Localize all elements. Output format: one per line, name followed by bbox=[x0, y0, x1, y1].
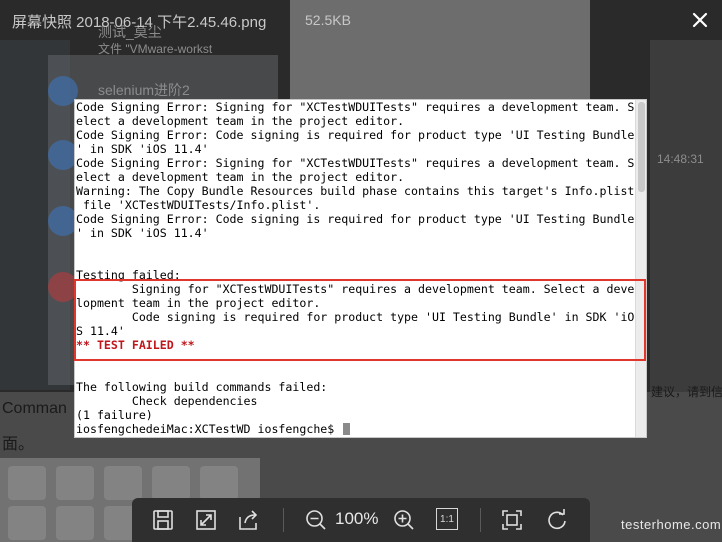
terminal-line: ' in SDK 'iOS 11.4' bbox=[76, 226, 209, 240]
background-chat-subtitle: 文件 "VMware-workst bbox=[98, 42, 213, 56]
background-left-text: 面。 bbox=[2, 436, 35, 453]
fullscreen-icon bbox=[502, 510, 522, 530]
save-button[interactable] bbox=[149, 506, 177, 534]
terminal-line: The following build commands failed: bbox=[76, 380, 328, 394]
terminal-screenshot: Code Signing Error: Signing for "XCTestW… bbox=[74, 99, 647, 438]
terminal-line: Testing failed: bbox=[76, 268, 181, 282]
terminal-prompt: iosfengchedeiMac:XCTestWD iosfengche$ bbox=[76, 422, 342, 436]
terminal-cursor bbox=[343, 423, 351, 435]
save-icon bbox=[153, 510, 173, 530]
background-right-panel bbox=[650, 40, 722, 440]
background-timestamp: 14:48:31 bbox=[657, 152, 704, 166]
share-icon bbox=[239, 510, 258, 530]
watermark: testerhome.com bbox=[621, 517, 722, 532]
zoom-out-button[interactable] bbox=[302, 506, 330, 534]
terminal-line: Code Signing Error: Code signing is requ… bbox=[76, 212, 635, 226]
close-icon bbox=[692, 12, 708, 28]
rotate-button[interactable] bbox=[543, 506, 571, 534]
terminal-line: Signing for "XCTestWDUITests" requires a… bbox=[76, 282, 635, 296]
terminal-line: elect a development team in the project … bbox=[76, 114, 405, 128]
terminal-line: ' in SDK 'iOS 11.4' bbox=[76, 142, 209, 156]
fullscreen-button[interactable] bbox=[498, 506, 526, 534]
terminal-line: ** TEST FAILED ** bbox=[76, 338, 195, 352]
terminal-prompt-line: iosfengchedeiMac:XCTestWD iosfengche$ bbox=[76, 422, 636, 436]
share-button[interactable] bbox=[235, 506, 263, 534]
terminal-line: Code Signing Error: Code signing is requ… bbox=[76, 128, 635, 142]
terminal-line: file 'XCTestWDUITests/Info.plist'. bbox=[76, 198, 321, 212]
file-size: 52.5KB bbox=[305, 12, 351, 28]
file-name: 屏幕快照 2018-06-14 下午2.45.46.png bbox=[12, 14, 267, 31]
zoom-level: 100% bbox=[335, 509, 379, 528]
rotate-icon bbox=[548, 509, 566, 530]
terminal-line: Code signing is required for product typ… bbox=[76, 310, 635, 324]
terminal-line: S 11.4' bbox=[76, 324, 125, 338]
terminal-line: Code Signing Error: Signing for "XCTestW… bbox=[76, 156, 635, 170]
background-left-text: Comman bbox=[2, 400, 67, 417]
actual-size-button[interactable]: 1:1 bbox=[436, 508, 458, 530]
toolbar-separator bbox=[480, 508, 481, 532]
close-button[interactable] bbox=[678, 0, 722, 40]
zoom-in-icon bbox=[394, 510, 414, 530]
terminal-scrollbar[interactable] bbox=[635, 100, 646, 437]
terminal-line: Warning: The Copy Bundle Resources build… bbox=[76, 184, 635, 198]
viewer-toolbar: 100% 1:1 bbox=[132, 498, 590, 542]
fit-window-icon bbox=[196, 510, 216, 530]
toolbar-separator bbox=[283, 508, 284, 532]
scrollbar-thumb[interactable] bbox=[638, 102, 645, 192]
viewer-top-bar: 屏幕快照 2018-06-14 下午2.45.46.png 52.5KB bbox=[0, 0, 722, 40]
terminal-line: Check dependencies bbox=[76, 394, 258, 408]
background-chat-name: selenium进阶2 bbox=[98, 82, 190, 98]
terminal-line: Code Signing Error: Signing for "XCTestW… bbox=[76, 100, 635, 114]
terminal-output: Code Signing Error: Signing for "XCTestW… bbox=[75, 100, 636, 436]
fit-window-button[interactable] bbox=[192, 506, 220, 534]
terminal-line: (1 failure) bbox=[76, 408, 153, 422]
background-right-text: 建议，请到信 bbox=[651, 385, 722, 399]
terminal-line: lopment team in the project editor. bbox=[76, 296, 321, 310]
zoom-out-icon bbox=[306, 510, 326, 530]
zoom-in-button[interactable] bbox=[390, 506, 418, 534]
terminal-line: elect a development team in the project … bbox=[76, 170, 405, 184]
